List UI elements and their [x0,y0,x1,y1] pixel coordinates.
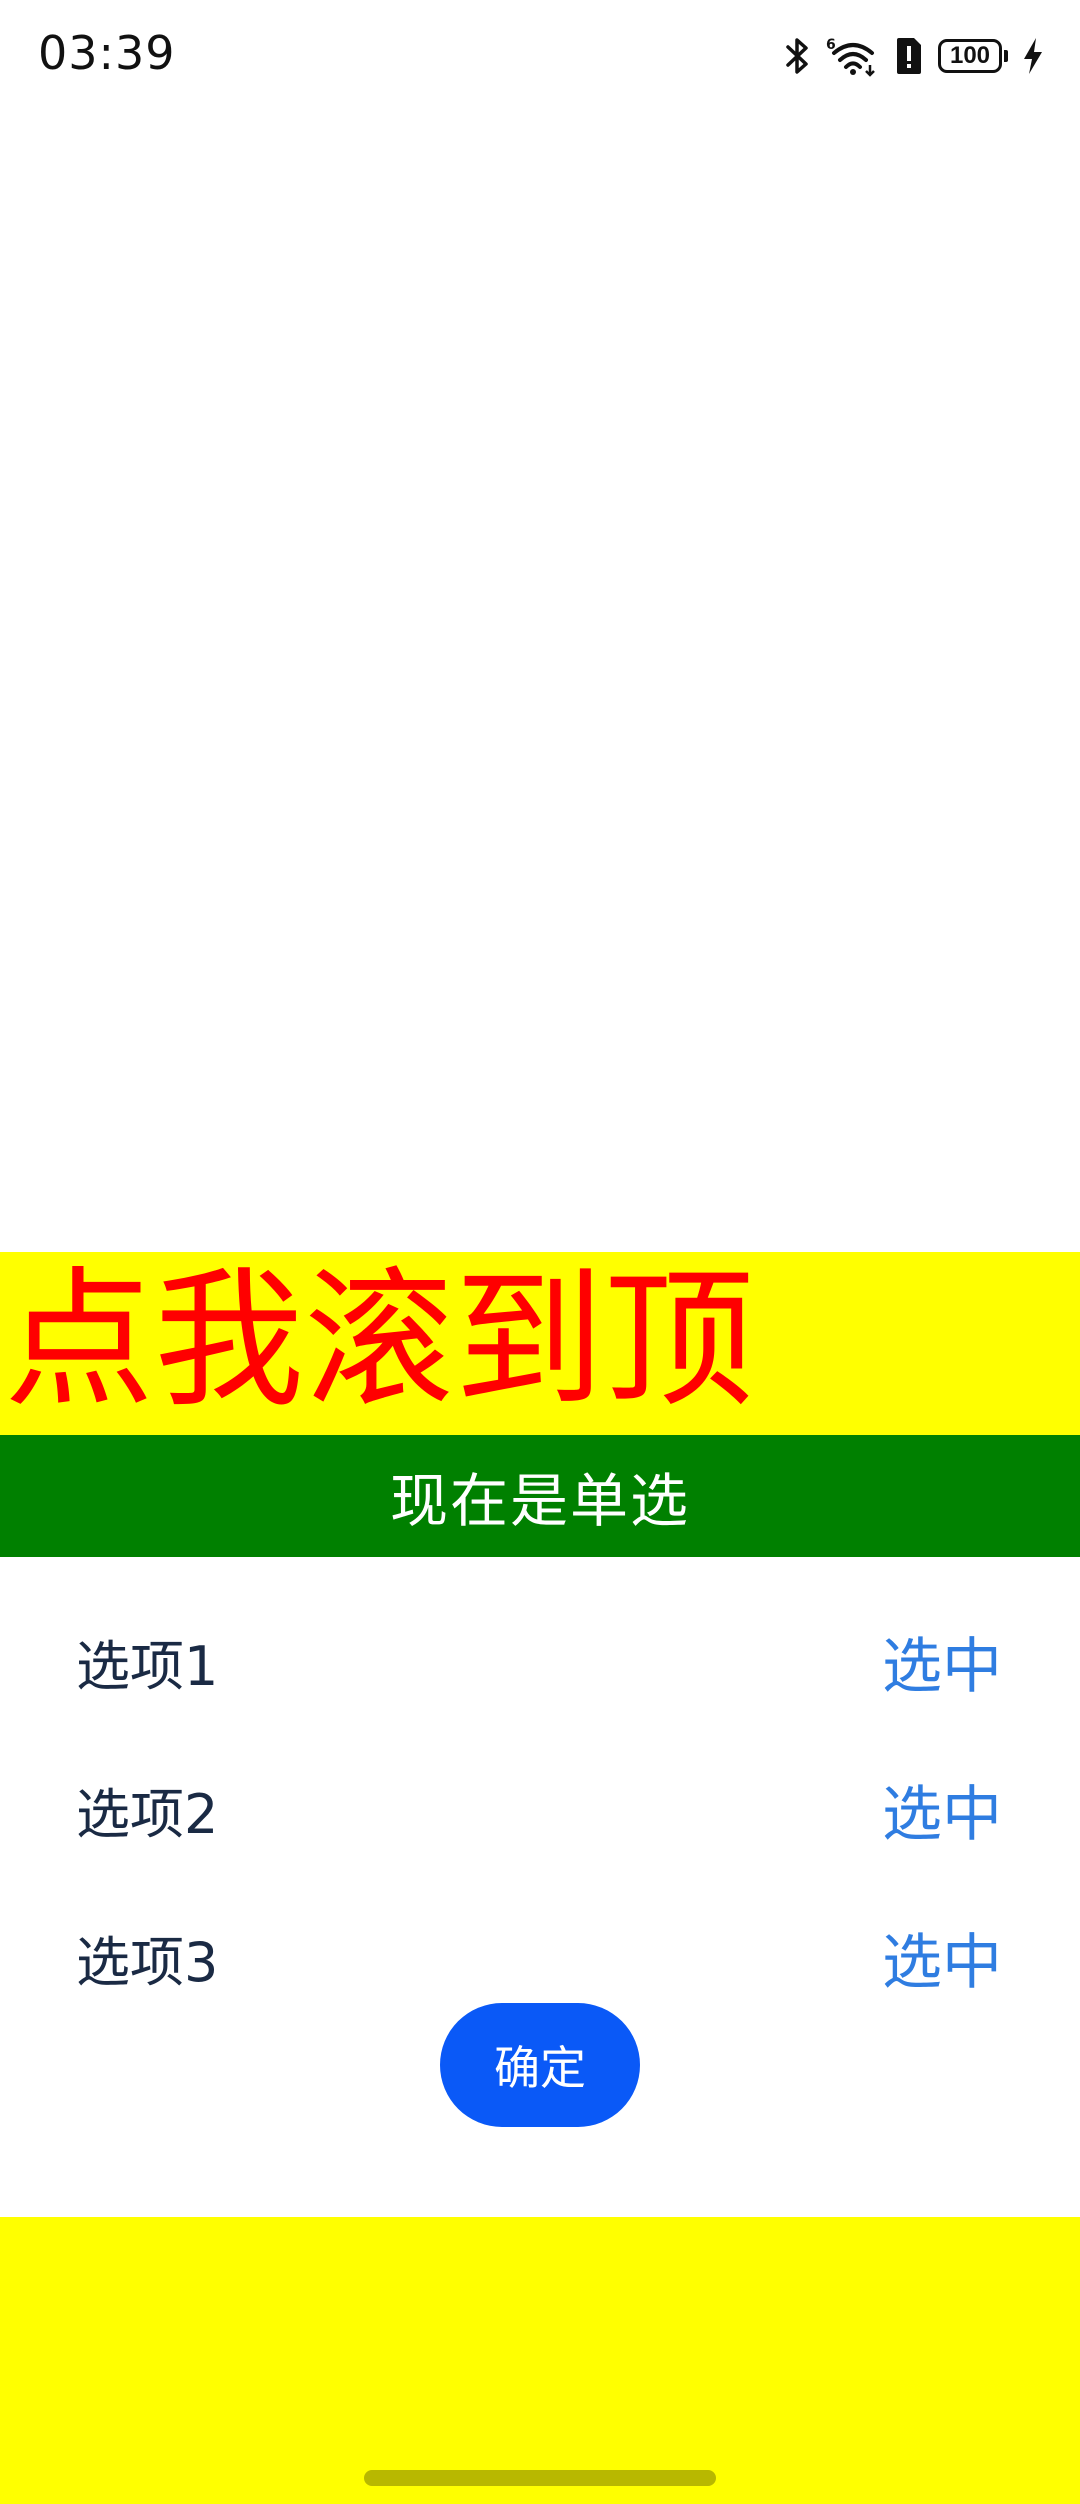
selection-mode-label: 现在是单选 [389,1467,690,1535]
select-button[interactable]: 选中 [882,1889,1002,2037]
charging-icon [1022,36,1044,76]
scroll-to-top-label: 点我滚到顶 [4,1254,755,1428]
list-item[interactable]: 选项1 选中 [0,1593,1080,1741]
select-button[interactable]: 选中 [882,1593,1002,1741]
selection-mode-header: 现在是单选 [0,1435,1080,1557]
sim-alert-icon [894,36,924,76]
home-indicator[interactable] [364,2470,716,2486]
battery-icon: 100 [938,39,1008,73]
option-label: 选项2 [76,1783,219,1846]
status-icons: 6 100 [784,34,1044,78]
list-item[interactable]: 选项2 选中 [0,1741,1080,1889]
bottom-area [0,2217,1080,2504]
option-label: 选项1 [76,1635,219,1698]
confirm-button[interactable]: 确定 [440,2003,640,2127]
wifi-6-icon: 6 [826,35,880,77]
select-button[interactable]: 选中 [882,1741,1002,1889]
status-time: 03:39 [38,26,176,80]
battery-level: 100 [938,39,1002,73]
scroll-to-top-banner[interactable]: 点我滚到顶 [0,1252,1080,1435]
status-bar: 03:39 6 100 [0,0,1080,110]
option-label: 选项3 [76,1931,219,1994]
bluetooth-icon [784,36,812,76]
